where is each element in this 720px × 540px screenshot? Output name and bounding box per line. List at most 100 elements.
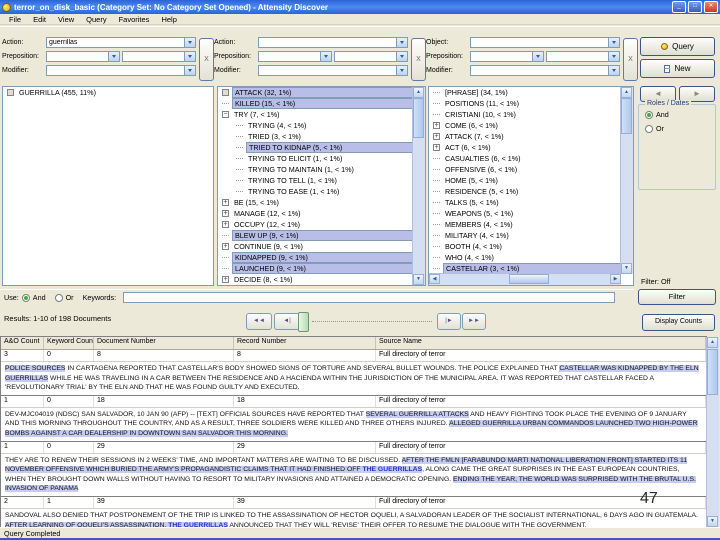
result-row[interactable]: 1 0 29 29 Full directory of terror [1,441,706,454]
tree-item[interactable]: KILLED (15, < 1%) [218,98,425,109]
dropdown-select[interactable] [470,37,620,48]
column-header[interactable]: Record Number [234,337,376,349]
expand-icon[interactable]: + [433,133,440,140]
chevron-down-icon[interactable] [184,38,195,47]
minimize-button[interactable]: _ [672,1,686,13]
result-snippet[interactable]: THEY ARE TO RENEW THEIR SESSIONS IN 2 WE… [1,454,706,497]
expand-icon[interactable]: + [222,276,229,283]
scrollbar-thumb[interactable] [509,274,549,284]
page-slider-track[interactable] [312,321,432,322]
menu-item-query[interactable]: Query [80,15,112,24]
tree-item[interactable]: GUERRILLA (455, 11%) [3,87,213,98]
chevron-down-icon[interactable] [184,66,195,75]
result-snippet[interactable]: SANDOVAL ALSO DENIED THAT POSTPONEMENT O… [1,509,706,527]
tree-item[interactable]: MILITARY (4, < 1%) [429,230,633,241]
expand-icon[interactable]: + [222,221,229,228]
action-subterms-panel[interactable]: ▲ ▼ ATTACK (32, 1%) KILLED (15, < 1%) − TRY… [217,86,426,286]
filter-button[interactable]: Filter [638,289,716,305]
tree-item[interactable]: ATTACK (32, 1%) [218,87,425,98]
tree-item[interactable]: TRIED (3, < 1%) [218,131,425,142]
tree-item[interactable]: BOOTH (4, < 1%) [429,241,633,252]
chevron-down-icon[interactable] [608,52,619,61]
expand-icon[interactable]: + [222,199,229,206]
tree-item[interactable]: TRYING TO EASE (1, < 1%) [218,186,425,197]
dropdown-select[interactable] [46,51,120,62]
tree-item[interactable]: CASUALTIES (6, < 1%) [429,153,633,164]
scrollbar-thumb[interactable] [621,98,632,134]
tree-item[interactable]: CRISTIANI (10, < 1%) [429,109,633,120]
menu-item-file[interactable]: File [3,15,27,24]
right-panel-hscrollbar[interactable]: ◀ ▶ [429,273,621,285]
scrollbar-thumb[interactable] [707,349,718,395]
scrollbar-thumb[interactable] [413,98,424,138]
dropdown-select[interactable] [46,65,196,76]
dropdown-select[interactable] [258,65,408,76]
object-terms-panel[interactable]: ▲ ▼ ◀ ▶ [PHRASE] (34, 1%) POSITIONS (11, … [428,86,634,286]
tree-item[interactable]: + OCCUPY (12, < 1%) [218,219,425,230]
first-page-button[interactable]: ◄◄ [246,313,272,330]
tree-item[interactable]: [PHRASE] (34, 1%) [429,87,633,98]
previous-page-button[interactable]: ◄| [274,313,300,330]
dropdown-select[interactable] [546,51,620,62]
tree-item[interactable]: TRYING TO ELICIT (1, < 1%) [218,153,425,164]
dropdown-select[interactable] [470,65,620,76]
tree-item[interactable]: WHO (4, < 1%) [429,252,633,263]
tree-item[interactable]: POSITIONS (11, < 1%) [429,98,633,109]
scroll-up-icon[interactable]: ▲ [413,87,424,98]
scroll-right-icon[interactable]: ▶ [610,274,621,284]
tree-item[interactable]: TALKS (5, < 1%) [429,197,633,208]
keywords-and-radio[interactable] [21,293,30,302]
tree-item[interactable]: + COME (6, < 1%) [429,120,633,131]
collapse-icon[interactable]: − [222,111,229,118]
column-header[interactable]: Keyword Count [44,337,94,349]
expand-icon[interactable]: + [222,243,229,250]
column-header[interactable]: Source Name [376,337,706,349]
chevron-down-icon[interactable] [396,38,407,47]
chevron-down-icon[interactable] [608,66,619,75]
menu-item-help[interactable]: Help [155,15,182,24]
chevron-down-icon[interactable] [608,38,619,47]
column-header[interactable]: Document Number [94,337,234,349]
result-row[interactable]: 3 0 8 8 Full directory of terror [1,350,706,362]
next-page-button[interactable]: |► [437,313,461,330]
chevron-down-icon[interactable] [184,52,195,61]
tree-item[interactable]: BLEW UP (9, < 1%) [218,230,425,241]
keywords-input[interactable] [123,292,616,303]
tree-item[interactable]: TRIED TO KIDNAP (5, < 1%) [218,142,425,153]
action-terms-panel[interactable]: GUERRILLA (455, 11%) [2,86,214,286]
chevron-down-icon[interactable] [320,52,331,61]
restore-button[interactable]: □ [688,1,702,13]
tree-item[interactable]: + BE (15, < 1%) [218,197,425,208]
new-button[interactable]: New [640,59,715,78]
tree-item[interactable]: TRYING TO MAINTAIN (1, < 1%) [218,164,425,175]
display-counts-button[interactable]: Display Counts [642,314,715,331]
tree-item[interactable]: + CONTINUE (9, < 1%) [218,241,425,252]
chevron-down-icon[interactable] [532,52,543,61]
dropdown-select[interactable] [258,37,408,48]
scroll-down-icon[interactable]: ▼ [621,263,632,274]
tree-item[interactable]: KIDNAPPED (9, < 1%) [218,252,425,263]
tree-item[interactable]: + ACT (6, < 1%) [429,142,633,153]
right-panel-scrollbar[interactable]: ▲ ▼ [620,87,633,274]
result-row[interactable]: 1 0 18 18 Full directory of terror [1,395,706,408]
tree-item[interactable]: TRYING TO TELL (1, < 1%) [218,175,425,186]
roles-and-option[interactable]: And [645,110,715,119]
menu-item-view[interactable]: View [52,15,80,24]
scroll-down-icon[interactable]: ▼ [413,274,424,285]
expand-icon[interactable]: + [433,144,440,151]
table-scrollbar[interactable]: ▲ ▼ [706,337,719,527]
dropdown-select[interactable] [470,51,544,62]
close-button[interactable]: ✕ [704,1,718,13]
dropdown-select[interactable] [122,51,196,62]
dropdown-select[interactable]: guerrillas [46,37,196,48]
dropdown-select[interactable] [334,51,408,62]
tree-item[interactable]: OFFENSIVE (6, < 1%) [429,164,633,175]
chevron-down-icon[interactable] [396,66,407,75]
keywords-or-radio[interactable] [54,293,63,302]
tree-item[interactable]: RESIDENCE (5, < 1%) [429,186,633,197]
menu-item-edit[interactable]: Edit [27,15,52,24]
tree-item[interactable]: + DECIDE (8, < 1%) [218,274,425,285]
remove-group-button[interactable]: X [199,38,214,81]
query-button[interactable]: Query [640,37,715,56]
scroll-left-icon[interactable]: ◀ [429,274,440,284]
